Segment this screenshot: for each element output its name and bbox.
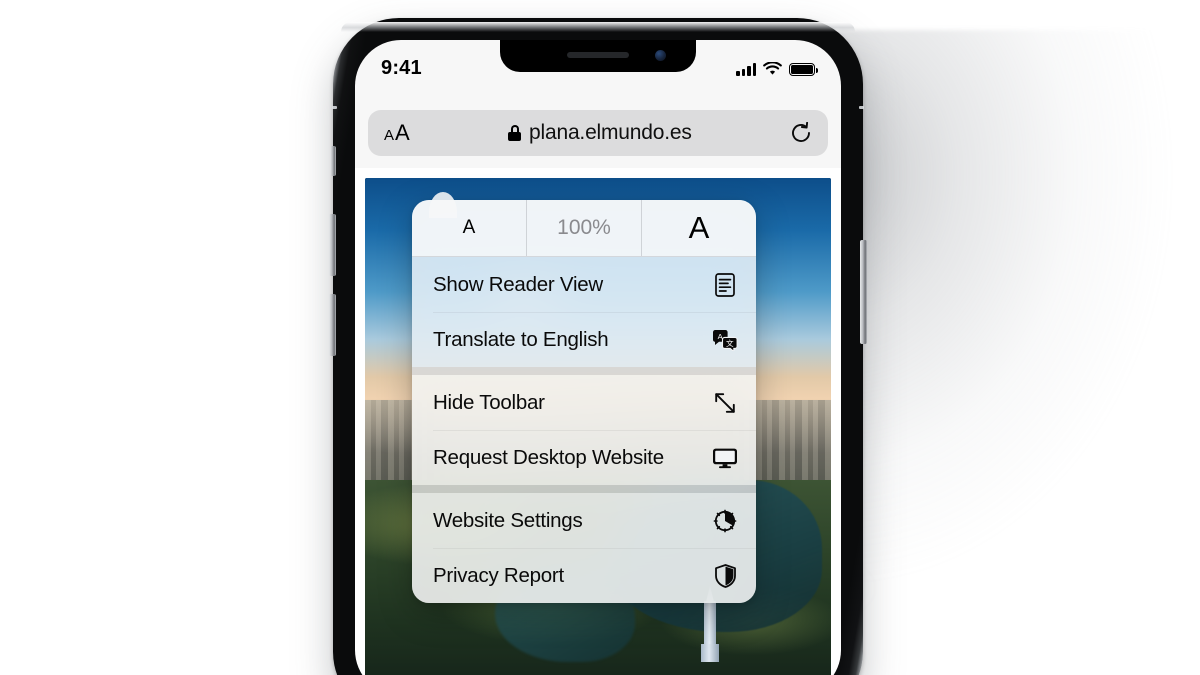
reload-icon[interactable] — [790, 122, 812, 144]
signal-bars-icon — [736, 63, 756, 76]
battery-level-fill — [791, 65, 813, 74]
antenna-band-left — [332, 106, 337, 109]
zoom-level-display[interactable]: 100% — [526, 200, 641, 256]
silent-switch-button[interactable] — [330, 146, 336, 176]
status-bar-time: 9:41 — [381, 56, 422, 79]
menu-group-separator — [412, 485, 756, 493]
display-notch — [500, 40, 696, 72]
shield-icon — [712, 563, 738, 589]
menu-item-label: Privacy Report — [433, 563, 564, 587]
phone-drop-shadow — [838, 30, 1198, 675]
menu-item-label: Website Settings — [433, 508, 583, 532]
menu-item-label: Show Reader View — [433, 272, 603, 296]
gear-icon — [712, 508, 738, 534]
menu-item-label: Request Desktop Website — [433, 445, 664, 469]
menu-item-privacy-report[interactable]: Privacy Report — [412, 548, 756, 603]
menu-item-translate-to-english[interactable]: Translate to English A 文 — [412, 312, 756, 367]
volume-down-button[interactable] — [329, 294, 336, 356]
status-bar-icons — [736, 62, 818, 76]
menu-item-label: Translate to English — [433, 327, 609, 351]
menu-item-label: Hide Toolbar — [433, 390, 545, 414]
reader-view-icon — [712, 272, 738, 298]
tower-shaft — [703, 600, 716, 645]
address-bar-center[interactable]: plana.elmundo.es — [410, 121, 790, 145]
power-side-button[interactable] — [860, 240, 867, 344]
menu-group-separator — [412, 367, 756, 375]
tower-base — [700, 643, 719, 662]
lock-icon — [508, 125, 522, 141]
earpiece-speaker — [567, 52, 629, 58]
zoom-level-value: 100% — [557, 216, 611, 239]
volume-up-button[interactable] — [329, 214, 336, 276]
desktop-monitor-icon — [712, 445, 738, 471]
zoom-decrease-label: A — [462, 217, 476, 238]
aa-format-button[interactable]: A A — [384, 120, 410, 146]
menu-item-website-settings[interactable]: Website Settings — [412, 493, 756, 548]
antenna-band-right — [859, 106, 864, 109]
iphone-device: 9:41 A A plana.elmundo.es A 100% A Show … — [329, 18, 867, 675]
phone-screen: 9:41 A A plana.elmundo.es A 100% A Show … — [355, 40, 841, 675]
safari-address-bar[interactable]: A A plana.elmundo.es — [368, 110, 828, 156]
zoom-increase-button[interactable]: A — [641, 200, 756, 256]
page-zoom-controls[interactable]: A 100% A — [412, 200, 756, 257]
aa-small-letter: A — [384, 127, 395, 144]
screenshot-stage: 9:41 A A plana.elmundo.es A 100% A Show … — [0, 0, 1200, 675]
expand-arrows-icon — [712, 390, 738, 416]
aa-large-letter: A — [395, 120, 410, 145]
svg-text:文: 文 — [726, 338, 734, 348]
battery-icon — [789, 63, 818, 76]
zoom-increase-label: A — [688, 210, 710, 245]
menu-item-request-desktop-website[interactable]: Request Desktop Website — [412, 430, 756, 485]
menu-item-show-reader-view[interactable]: Show Reader View — [412, 257, 756, 312]
translate-icon: A 文 — [712, 327, 738, 353]
aa-format-popover[interactable]: A 100% A Show Reader View Translate to E… — [412, 200, 756, 603]
wifi-icon — [763, 62, 782, 76]
address-bar-url: plana.elmundo.es — [529, 121, 692, 144]
popover-pointer-tail — [423, 190, 463, 218]
device-rim-highlight — [341, 22, 855, 32]
front-camera-icon — [655, 50, 666, 61]
menu-item-hide-toolbar[interactable]: Hide Toolbar — [412, 375, 756, 430]
